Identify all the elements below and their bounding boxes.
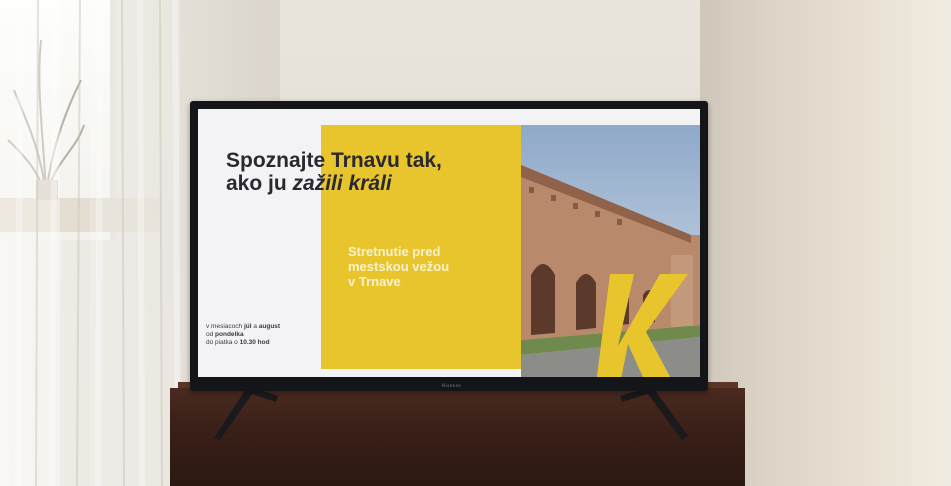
schedule-line-2-prefix: od bbox=[206, 331, 216, 338]
schedule-start-day: pondelka bbox=[215, 331, 244, 338]
meeting-point-text: Stretnutie pred mestskou vežou v Trnave bbox=[348, 244, 449, 289]
panel-text-line-1: Stretnutie pred bbox=[348, 244, 441, 259]
k-logo-letter bbox=[596, 274, 688, 377]
headline-line-2-italic: zažili králi bbox=[292, 172, 392, 195]
schedule-line-3-prefix: do piatka o bbox=[206, 339, 240, 346]
tv-stand-left bbox=[214, 386, 278, 440]
tv-stand-right bbox=[620, 386, 688, 440]
schedule-line-1-prefix: v mesiacoch bbox=[206, 323, 244, 330]
headline-line-1: Spoznajte Trnavu tak, bbox=[226, 149, 442, 172]
panel-text-line-2: mestskou vežou bbox=[348, 259, 450, 274]
panel-text-line-3: v Trnave bbox=[348, 274, 401, 289]
television: Spoznajte Trnavu tak, ako ju zažili král… bbox=[190, 101, 708, 391]
schedule-line-1-mid: a bbox=[251, 323, 259, 330]
schedule-text: v mesiacoch júl a august od pondelka do … bbox=[206, 323, 280, 347]
tv-screen: Spoznajte Trnavu tak, ako ju zažili král… bbox=[198, 109, 700, 377]
schedule-time: 10.30 hod bbox=[239, 339, 270, 346]
schedule-month-july: júl bbox=[243, 323, 252, 330]
headline-line-2-prefix: ako ju bbox=[226, 172, 293, 195]
schedule-month-august: august bbox=[258, 323, 281, 330]
room-scene: Spoznajte Trnavu tak, ako ju zažili král… bbox=[0, 0, 951, 486]
tv-brand-label: Hisense bbox=[442, 383, 462, 388]
headline: Spoznajte Trnavu tak, ako ju zažili král… bbox=[226, 149, 442, 195]
